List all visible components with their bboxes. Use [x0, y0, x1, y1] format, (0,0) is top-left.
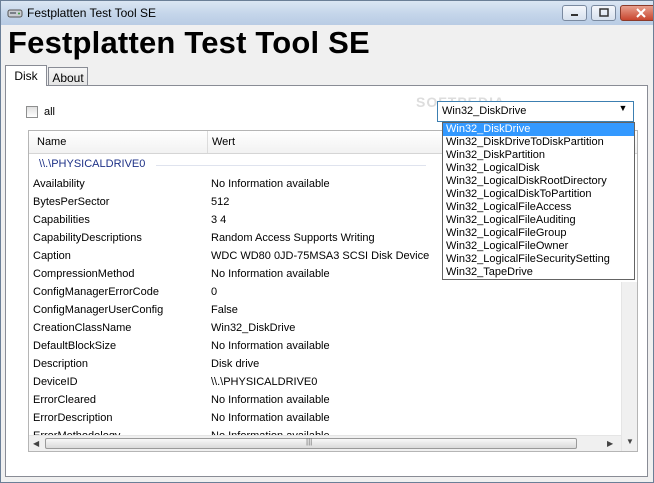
- dropdown-option[interactable]: Win32_LogicalFileOwner: [443, 240, 634, 253]
- property-name: Caption: [33, 250, 71, 262]
- table-row[interactable]: ErrorCleared No Information available: [29, 391, 627, 409]
- property-name: Availability: [33, 178, 85, 190]
- minimize-icon: [571, 14, 578, 16]
- property-value: No Information available: [211, 340, 330, 352]
- maximize-button[interactable]: [591, 5, 616, 21]
- property-value: 3 4: [211, 214, 227, 226]
- dropdown-option[interactable]: Win32_LogicalDiskRootDirectory: [443, 175, 634, 188]
- tab-disk[interactable]: Disk: [5, 65, 47, 86]
- property-name: DefaultBlockSize: [33, 340, 117, 352]
- table-row[interactable]: Description Disk drive: [29, 355, 627, 373]
- dropdown-option[interactable]: Win32_LogicalDiskToPartition: [443, 188, 634, 201]
- dropdown-option[interactable]: Win32_LogicalFileAuditing: [443, 214, 634, 227]
- property-value: \\.\PHYSICALDRIVE0: [211, 376, 318, 388]
- grip-icon: |||: [306, 437, 313, 446]
- group-header-physicaldrive0[interactable]: \\.\PHYSICALDRIVE0: [39, 158, 145, 170]
- property-value: 0: [211, 286, 218, 298]
- property-value: WDC WD80 0JD-75MSA3 SCSI Disk Device: [211, 250, 430, 262]
- dropdown-option[interactable]: Win32_DiskDriveToDiskPartition: [443, 136, 634, 149]
- dropdown-option[interactable]: Win32_LogicalFileSecuritySetting: [443, 253, 634, 266]
- property-value: No Information available: [211, 268, 330, 280]
- all-checkbox-label: all: [44, 106, 56, 118]
- property-value: Random Access Supports Writing: [211, 232, 375, 244]
- property-name: ErrorCleared: [33, 394, 96, 406]
- vertical-scrollbar[interactable]: ▼: [621, 282, 637, 451]
- dropdown-option[interactable]: Win32_TapeDrive: [443, 266, 634, 279]
- property-value: False: [211, 304, 238, 316]
- wmi-class-select[interactable]: Win32_DiskDrive ▼: [437, 101, 634, 122]
- horizontal-scroll-thumb[interactable]: |||: [45, 437, 577, 449]
- minimize-button[interactable]: [562, 5, 587, 21]
- dropdown-option[interactable]: Win32_DiskDrive: [443, 123, 634, 136]
- hard-disk-icon: [7, 6, 23, 20]
- property-value: 512: [211, 196, 230, 208]
- scroll-left-icon[interactable]: ◀: [33, 439, 39, 448]
- property-value: No Information available: [211, 412, 330, 424]
- property-name: CompressionMethod: [33, 268, 135, 280]
- group-divider: [156, 165, 426, 166]
- maximize-icon: [599, 8, 609, 17]
- window-title: Festplatten Test Tool SE: [27, 6, 156, 20]
- all-checkbox[interactable]: [26, 106, 38, 118]
- table-row[interactable]: ConfigManagerErrorCode 0: [29, 283, 627, 301]
- column-header-value[interactable]: Wert: [212, 136, 235, 148]
- property-name: CapabilityDescriptions: [33, 232, 142, 244]
- close-button[interactable]: [620, 5, 653, 21]
- wmi-class-selected: Win32_DiskDrive: [442, 105, 527, 117]
- property-name: ErrorDescription: [33, 412, 113, 424]
- tab-about[interactable]: About: [48, 67, 88, 86]
- property-name: ConfigManagerErrorCode: [33, 286, 159, 298]
- column-header-name[interactable]: Name: [37, 136, 66, 148]
- table-row[interactable]: DeviceID \\.\PHYSICALDRIVE0: [29, 373, 627, 391]
- table-row[interactable]: DefaultBlockSize No Information available: [29, 337, 627, 355]
- property-name: BytesPerSector: [33, 196, 110, 208]
- property-value: Disk drive: [211, 358, 260, 370]
- column-divider[interactable]: [207, 131, 208, 153]
- dropdown-option[interactable]: Win32_LogicalDisk: [443, 162, 634, 175]
- app-heading: Festplatten Test Tool SE: [8, 25, 370, 60]
- property-value: No Information available: [211, 394, 330, 406]
- property-name: DeviceID: [33, 376, 78, 388]
- dropdown-option[interactable]: Win32_LogicalFileAccess: [443, 201, 634, 214]
- property-name: CreationClassName: [33, 322, 132, 334]
- title-bar[interactable]: Festplatten Test Tool SE: [1, 1, 653, 25]
- dropdown-option[interactable]: Win32_DiskPartition: [443, 149, 634, 162]
- close-icon: [636, 8, 646, 18]
- dropdown-option[interactable]: Win32_LogicalFileGroup: [443, 227, 634, 240]
- horizontal-scrollbar[interactable]: ◀ ||| ▶: [29, 435, 621, 451]
- property-value: No Information available: [211, 178, 330, 190]
- property-value: Win32_DiskDrive: [211, 322, 296, 334]
- scroll-right-icon[interactable]: ▶: [607, 439, 613, 448]
- table-row[interactable]: ErrorDescription No Information available: [29, 409, 627, 427]
- property-name: Capabilities: [33, 214, 90, 226]
- property-name: ConfigManagerUserConfig: [33, 304, 164, 316]
- table-row[interactable]: CreationClassName Win32_DiskDrive: [29, 319, 627, 337]
- scroll-down-icon[interactable]: ▼: [626, 437, 634, 446]
- table-row[interactable]: ConfigManagerUserConfig False: [29, 301, 627, 319]
- chevron-down-icon[interactable]: ▼: [615, 103, 631, 120]
- app-window: Festplatten Test Tool SE Festplatten Tes…: [0, 0, 654, 483]
- wmi-class-dropdown[interactable]: Win32_DiskDrive Win32_DiskDriveToDiskPart…: [442, 122, 635, 280]
- property-name: Description: [33, 358, 89, 370]
